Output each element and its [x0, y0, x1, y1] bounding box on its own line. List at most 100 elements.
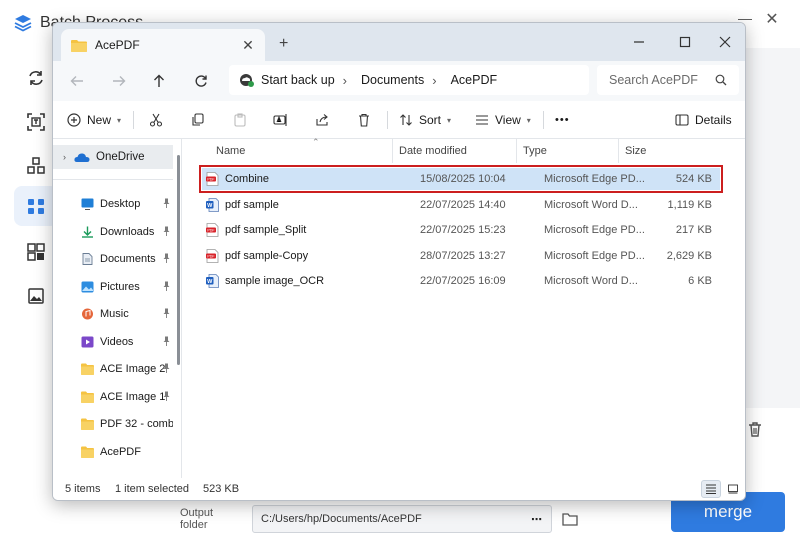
- back-arrow-icon[interactable]: [67, 71, 87, 91]
- column-date[interactable]: Date modified: [393, 139, 517, 163]
- paste-button[interactable]: [233, 109, 247, 131]
- new-tab-icon[interactable]: +: [279, 35, 288, 53]
- pin-icon[interactable]: [162, 308, 171, 318]
- chevron-down-icon: ▾: [447, 115, 452, 125]
- column-type[interactable]: Type: [517, 139, 619, 163]
- sidebar-item-pictures[interactable]: Pictures: [81, 276, 173, 298]
- sidebar-item-downloads[interactable]: Downloads: [81, 221, 173, 243]
- sidebar-convert-icon[interactable]: [16, 58, 56, 98]
- tab-bar: AcePDF ✕ +: [53, 23, 745, 61]
- pin-icon[interactable]: [162, 363, 171, 373]
- cut-button[interactable]: [149, 109, 163, 131]
- view-button[interactable]: View ▾: [475, 109, 531, 131]
- file-name: sample image_OCR: [225, 275, 325, 287]
- close-icon[interactable]: [703, 23, 745, 61]
- pin-icon[interactable]: [162, 336, 171, 346]
- tab-close-icon[interactable]: ✕: [241, 38, 255, 52]
- refresh-icon[interactable]: [191, 71, 211, 91]
- maximize-icon[interactable]: [663, 23, 707, 61]
- browse-more-button[interactable]: ⋯: [531, 513, 543, 526]
- file-date: 15/08/2025 10:04: [420, 173, 506, 185]
- svg-text:PDF: PDF: [207, 177, 215, 181]
- rename-icon: [273, 114, 287, 126]
- details-button[interactable]: Details: [675, 109, 732, 131]
- search-input[interactable]: Search AcePDF: [597, 65, 739, 95]
- list-view-icon: [706, 484, 716, 494]
- documents-icon: [81, 253, 94, 265]
- column-name-label: Name: [216, 145, 246, 157]
- nav-item-onedrive[interactable]: › OneDrive: [53, 145, 173, 169]
- sidebar-compress-icon[interactable]: [16, 146, 56, 186]
- open-folder-icon[interactable]: [562, 512, 578, 526]
- column-date-label: Date modified: [399, 145, 467, 157]
- file-date: 22/07/2025 15:23: [420, 224, 506, 236]
- address-segment-acepdf[interactable]: AcePDF: [451, 73, 498, 87]
- share-button[interactable]: [315, 109, 329, 131]
- sidebar-item-ace-image-2[interactable]: ACE Image 2: [81, 358, 173, 380]
- onedrive-cloud-icon: [74, 152, 90, 162]
- sidebar-item-acepdf[interactable]: AcePDF: [81, 441, 173, 463]
- rename-button[interactable]: [273, 109, 289, 131]
- table-row[interactable]: PDF pdf sample_Split 22/07/2025 15:23 Micro…: [202, 219, 720, 241]
- address-bar[interactable]: Start back up › Documents › AcePDF: [229, 65, 589, 95]
- nav-item-label: PDF 32 - combin: [100, 418, 173, 430]
- pin-icon[interactable]: [162, 198, 171, 208]
- sidebar-item-music[interactable]: Music: [81, 303, 173, 325]
- sidebar-item-desktop[interactable]: Desktop: [81, 193, 173, 215]
- more-options-button[interactable]: •••: [555, 109, 570, 131]
- new-label: New: [87, 113, 112, 127]
- sidebar-item-documents[interactable]: Documents: [81, 248, 173, 270]
- chevron-right-icon[interactable]: ›: [432, 73, 436, 88]
- nav-scrollbar[interactable]: [177, 155, 180, 365]
- details-pane-icon: [675, 114, 689, 126]
- large-icons-view-icon: [728, 484, 738, 494]
- share-icon: [316, 114, 328, 126]
- sort-button[interactable]: Sort ▾: [399, 109, 451, 131]
- table-row[interactable]: PDF Combine 15/08/2025 10:04 Microsoft Edge…: [199, 165, 723, 193]
- tab-acepdf[interactable]: AcePDF ✕: [61, 29, 265, 61]
- sidebar-image-icon[interactable]: [16, 276, 56, 316]
- trash-icon: [359, 113, 369, 127]
- plus-circle-icon: [67, 113, 81, 127]
- trash-icon[interactable]: [746, 420, 764, 438]
- sidebar-ocr-icon[interactable]: [16, 102, 56, 142]
- minimize-icon[interactable]: [617, 23, 661, 61]
- tab-title: AcePDF: [95, 38, 140, 52]
- close-icon[interactable]: ✕: [764, 12, 780, 28]
- output-folder-field[interactable]: C:/Users/hp/Documents/AcePDF ⋯: [252, 505, 552, 533]
- forward-arrow-icon[interactable]: [109, 71, 129, 91]
- table-row[interactable]: Wpdf sample 22/07/2025 14:40 Microsoft Wor…: [202, 194, 720, 216]
- pin-icon[interactable]: [162, 391, 171, 401]
- column-headers: ⌃ Name Date modified Type Size: [182, 137, 745, 163]
- address-root[interactable]: Start back up: [261, 73, 335, 87]
- column-size[interactable]: Size: [619, 139, 693, 163]
- file-name-cell: PDF pdf sample-Copy: [202, 248, 420, 263]
- table-row[interactable]: PDF pdf sample-Copy 28/07/2025 13:27 Micros…: [202, 245, 720, 267]
- table-row[interactable]: Wsample image_OCR 22/07/2025 16:09 Microso…: [202, 270, 720, 292]
- sidebar-item-pdf-32-combin[interactable]: PDF 32 - combin: [81, 413, 173, 435]
- svg-text:PDF: PDF: [207, 254, 215, 258]
- folder-icon: [81, 418, 94, 430]
- details-view-toggle[interactable]: [701, 480, 721, 498]
- up-arrow-icon[interactable]: [149, 71, 169, 91]
- chevron-right-icon[interactable]: ›: [63, 152, 66, 162]
- sidebar-item-videos[interactable]: Videos: [81, 331, 173, 353]
- new-button[interactable]: New ▾: [67, 109, 121, 131]
- address-segment-documents[interactable]: Documents: [361, 73, 424, 87]
- file-type: Microsoft Word D...: [544, 275, 638, 287]
- pin-icon[interactable]: [162, 226, 171, 236]
- nav-item-label: Downloads: [100, 225, 155, 238]
- tiles-view-toggle[interactable]: [723, 480, 743, 498]
- sidebar-organize-icon[interactable]: [16, 232, 56, 272]
- music-icon: [81, 308, 94, 320]
- chevron-right-icon[interactable]: ›: [343, 73, 347, 88]
- app-logo-icon: [14, 15, 32, 32]
- view-icon: [476, 115, 488, 125]
- sidebar-item-ace-image-1[interactable]: ACE Image 1: [81, 386, 173, 408]
- pin-icon[interactable]: [162, 281, 171, 291]
- column-name[interactable]: ⌃ Name: [182, 137, 393, 163]
- pin-icon[interactable]: [162, 253, 171, 263]
- copy-button[interactable]: [191, 109, 205, 131]
- downloads-icon: [81, 226, 94, 238]
- delete-button[interactable]: [357, 109, 371, 131]
